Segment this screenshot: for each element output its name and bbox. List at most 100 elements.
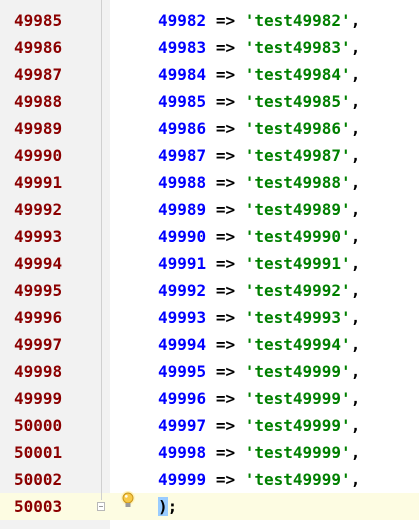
arrow-operator: =>	[215, 362, 236, 381]
code-line[interactable]: 49992 49989 => 'test49989',	[0, 196, 419, 223]
line-number: 49990	[14, 146, 63, 165]
code-line[interactable]: 50002 49999 => 'test49999',	[0, 466, 419, 493]
string-value: 'test49993'	[244, 308, 351, 327]
string-value: 'test49994'	[244, 335, 351, 354]
arrow-operator: =>	[215, 11, 236, 30]
line-number: 49985	[14, 11, 63, 30]
comma: ,	[350, 11, 361, 30]
line-number: 49987	[14, 65, 63, 84]
code-text: 49998 => 'test49999',	[158, 439, 360, 466]
code-text: 49990 => 'test49990',	[158, 223, 360, 250]
array-key: 49990	[158, 227, 207, 246]
code-text: 49986 => 'test49986',	[158, 115, 360, 142]
code-line[interactable]: 49993 49990 => 'test49990',	[0, 223, 419, 250]
arrow-operator: =>	[215, 308, 236, 327]
fold-guide-line	[101, 0, 102, 500]
line-number: 50002	[14, 470, 63, 489]
comma: ,	[350, 173, 361, 192]
code-line[interactable]: 49987 49984 => 'test49984',	[0, 61, 419, 88]
string-value: 'test49985'	[244, 92, 351, 111]
semicolon: ;	[167, 497, 178, 516]
comma: ,	[350, 335, 361, 354]
code-line[interactable]: 49999 49996 => 'test49999',	[0, 385, 419, 412]
array-key: 49991	[158, 254, 207, 273]
line-number: 49994	[14, 254, 63, 273]
code-text: 49992 => 'test49992',	[158, 277, 360, 304]
line-number: 50000	[14, 416, 63, 435]
string-value: 'test49986'	[244, 119, 351, 138]
arrow-operator: =>	[215, 281, 236, 300]
arrow-operator: =>	[215, 227, 236, 246]
comma: ,	[350, 227, 361, 246]
string-value: 'test49999'	[244, 443, 351, 462]
string-value: 'test49983'	[244, 38, 351, 57]
fold-marker-icon[interactable]	[97, 502, 105, 511]
line-number: 49988	[14, 92, 63, 111]
code-editor[interactable]: 49985 49982 => 'test49982', 49986 49983 => …	[0, 0, 419, 529]
arrow-operator: =>	[215, 65, 236, 84]
array-key: 49986	[158, 119, 207, 138]
code-text: 49999 => 'test49999',	[158, 466, 360, 493]
code-line[interactable]: 49991 49988 => 'test49988',	[0, 169, 419, 196]
arrow-operator: =>	[215, 335, 236, 354]
code-line[interactable]: 49988 49985 => 'test49985',	[0, 88, 419, 115]
code-line[interactable]: 49996 49993 => 'test49993',	[0, 304, 419, 331]
code-text: 49994 => 'test49994',	[158, 331, 360, 358]
code-line[interactable]: 49985 49982 => 'test49982',	[0, 7, 419, 34]
current-code-line[interactable]: 50003);	[0, 493, 419, 520]
string-value: 'test49999'	[244, 470, 351, 489]
comma: ,	[350, 443, 361, 462]
code-text: 49985 => 'test49985',	[158, 88, 360, 115]
arrow-operator: =>	[215, 38, 236, 57]
code-line[interactable]: 49994 49991 => 'test49991',	[0, 250, 419, 277]
code-line[interactable]: 49995 49992 => 'test49992',	[0, 277, 419, 304]
comma: ,	[350, 38, 361, 57]
array-key: 49999	[158, 470, 207, 489]
code-text: 49987 => 'test49987',	[158, 142, 360, 169]
code-line[interactable]: 50001 49998 => 'test49999',	[0, 439, 419, 466]
arrow-operator: =>	[215, 92, 236, 111]
lightbulb-icon[interactable]	[120, 490, 136, 510]
line-number: 49995	[14, 281, 63, 300]
code-text: 49997 => 'test49999',	[158, 412, 360, 439]
matched-paren: )	[158, 497, 168, 516]
array-key: 49984	[158, 65, 207, 84]
arrow-operator: =>	[215, 119, 236, 138]
string-value: 'test49990'	[244, 227, 351, 246]
code-text: );	[158, 493, 177, 520]
code-line[interactable]: 49997 49994 => 'test49994',	[0, 331, 419, 358]
line-number: 49999	[14, 389, 63, 408]
string-value: 'test49999'	[244, 389, 351, 408]
line-number: 49996	[14, 308, 63, 327]
array-key: 49996	[158, 389, 207, 408]
comma: ,	[350, 308, 361, 327]
array-key: 49983	[158, 38, 207, 57]
comma: ,	[350, 119, 361, 138]
code-line[interactable]: 49998 49995 => 'test49999',	[0, 358, 419, 385]
comma: ,	[350, 65, 361, 84]
code-line[interactable]: 49989 49986 => 'test49986',	[0, 115, 419, 142]
comma: ,	[350, 254, 361, 273]
comma: ,	[350, 281, 361, 300]
arrow-operator: =>	[215, 416, 236, 435]
code-line[interactable]: 49986 49983 => 'test49983',	[0, 34, 419, 61]
arrow-operator: =>	[215, 470, 236, 489]
array-key: 49988	[158, 173, 207, 192]
code-text: 49993 => 'test49993',	[158, 304, 360, 331]
code-text: 49982 => 'test49982',	[158, 7, 360, 34]
code-line[interactable]: 49990 49987 => 'test49987',	[0, 142, 419, 169]
string-value: 'test49999'	[244, 416, 351, 435]
code-text: 49995 => 'test49999',	[158, 358, 360, 385]
line-number: 50001	[14, 443, 63, 462]
code-line[interactable]: 50000 49997 => 'test49999',	[0, 412, 419, 439]
string-value: 'test49999'	[244, 362, 351, 381]
comma: ,	[350, 362, 361, 381]
line-number: 49989	[14, 119, 63, 138]
code-text: 49984 => 'test49984',	[158, 61, 360, 88]
string-value: 'test49992'	[244, 281, 351, 300]
arrow-operator: =>	[215, 146, 236, 165]
line-number: 49991	[14, 173, 63, 192]
line-number: 49992	[14, 200, 63, 219]
array-key: 49998	[158, 443, 207, 462]
array-key: 49992	[158, 281, 207, 300]
